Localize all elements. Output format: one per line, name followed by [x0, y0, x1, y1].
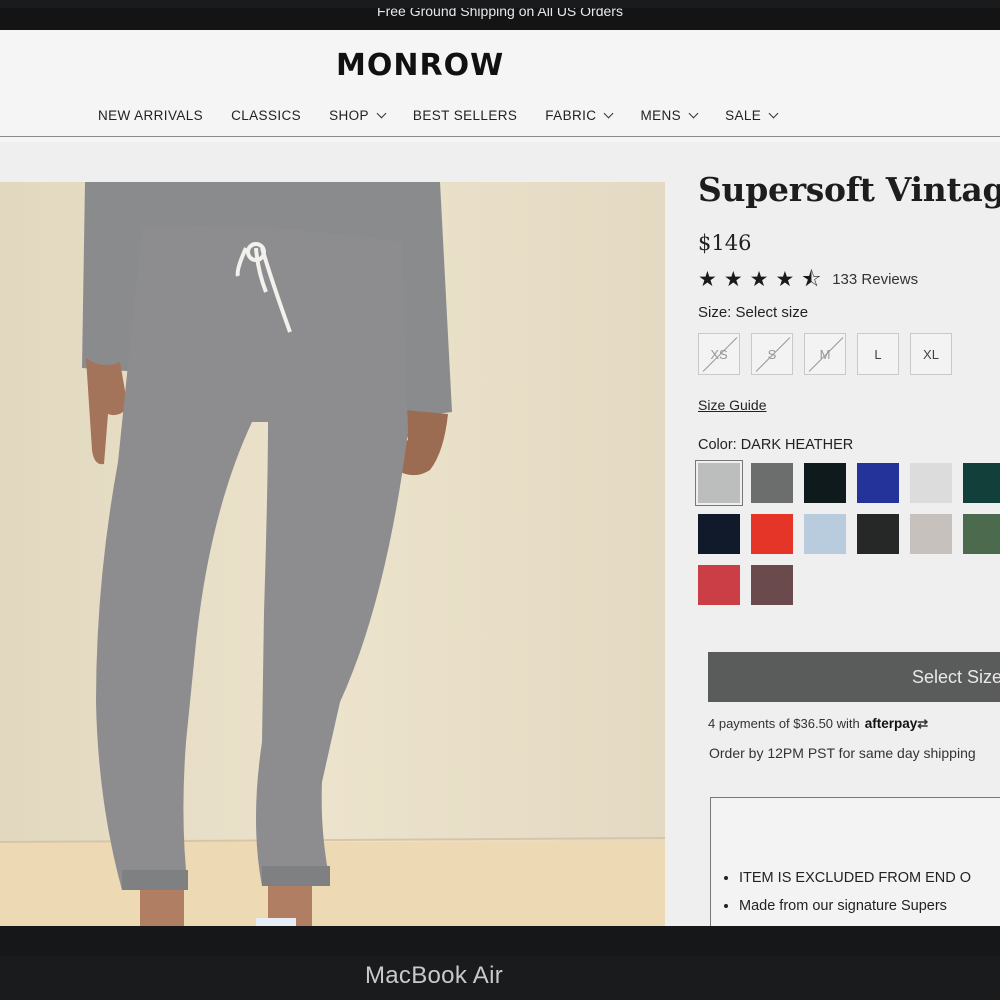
- nav-item-mens[interactable]: MENS: [640, 108, 699, 123]
- rating-row: ★ ★ ★ ★ ⯪ 133 Reviews: [698, 269, 1000, 290]
- color-swatch[interactable]: [751, 565, 793, 605]
- nav-item-shop[interactable]: SHOP: [329, 108, 387, 123]
- chevron-down-icon: [768, 108, 779, 119]
- afterpay-logo[interactable]: afterpay: [865, 716, 918, 731]
- star-icon: ★: [723, 268, 743, 291]
- nav-item-best-sellers[interactable]: BEST SELLERS: [413, 108, 517, 123]
- header-divider: [0, 136, 1000, 137]
- nav-item-label: FABRIC: [545, 108, 597, 123]
- color-selector: [695, 460, 1000, 605]
- laptop-frame: Free Ground Shipping on All US Orders MO…: [0, 0, 1000, 1000]
- chevron-down-icon: [604, 108, 614, 119]
- color-swatch[interactable]: [698, 514, 740, 554]
- afterpay-icon: ⇄: [917, 716, 929, 731]
- color-swatch[interactable]: [910, 463, 952, 503]
- product-info-box: ITEM IS EXCLUDED FROM END O Made from our…: [710, 797, 1000, 926]
- nav-item-sale[interactable]: SALE: [725, 108, 779, 123]
- nav-item-label: SHOP: [329, 108, 369, 123]
- nav-item-label: CLASSICS: [231, 108, 302, 123]
- nav-item-new-arrivals[interactable]: NEW ARRIVALS: [98, 108, 203, 123]
- color-swatch[interactable]: [804, 463, 846, 503]
- nav-item-label: BEST SELLERS: [412, 108, 518, 123]
- site-logo[interactable]: MONROW: [336, 48, 504, 83]
- reviews-link[interactable]: 133 Reviews: [832, 271, 918, 288]
- color-swatch[interactable]: [910, 514, 952, 554]
- color-swatch[interactable]: [857, 463, 899, 503]
- chevron-down-icon: [376, 108, 387, 119]
- afterpay-line: 4 payments of $36.50 with afterpay⇄: [708, 716, 928, 732]
- info-list: ITEM IS EXCLUDED FROM END O Made from our…: [739, 870, 1000, 914]
- size-selector: XS S M L XL: [698, 333, 1000, 375]
- info-bullet: Made from our signature Supers: [739, 898, 1000, 914]
- nav-item-label: MENS: [640, 108, 682, 123]
- size-option-s[interactable]: S: [751, 333, 793, 375]
- size-option-l[interactable]: L: [857, 333, 899, 375]
- promo-text: Free Ground Shipping on All US Orders: [377, 8, 623, 19]
- info-bullet: ITEM IS EXCLUDED FROM END O: [739, 870, 1000, 886]
- color-swatch[interactable]: [698, 565, 740, 605]
- select-size-button[interactable]: Select Size: [708, 652, 1000, 702]
- size-option-xl[interactable]: XL: [910, 333, 952, 375]
- star-icon: ★: [775, 268, 795, 291]
- color-swatch[interactable]: [751, 463, 793, 503]
- nav-item-label: NEW ARRIVALS: [98, 108, 204, 123]
- color-swatch[interactable]: [963, 463, 1000, 503]
- chevron-down-icon: [688, 108, 699, 119]
- color-swatch[interactable]: [804, 514, 846, 554]
- nav-item-fabric[interactable]: FABRIC: [545, 108, 614, 123]
- nav-item-classics[interactable]: CLASSICS: [231, 108, 301, 123]
- color-swatch[interactable]: [751, 514, 793, 554]
- size-guide-link[interactable]: Size Guide: [698, 397, 766, 413]
- product-details: Supersoft Vintage S $146 ★ ★ ★ ★ ⯪ 133 R…: [695, 170, 1000, 605]
- color-swatch[interactable]: [695, 460, 743, 506]
- size-option-xs[interactable]: XS: [698, 333, 740, 375]
- color-swatch[interactable]: [857, 514, 899, 554]
- nav-item-label: SALE: [725, 108, 762, 123]
- product-image[interactable]: [0, 182, 665, 926]
- product-page: Supersoft Vintage S $146 ★ ★ ★ ★ ⯪ 133 R…: [0, 142, 1000, 926]
- size-option-m[interactable]: M: [804, 333, 846, 375]
- select-size-button-label: Select Size: [912, 666, 1000, 687]
- half-star-icon: ⯪: [801, 268, 822, 291]
- main-nav: NEW ARRIVALS CLASSICS SHOP BEST SELLERS FABR…: [98, 108, 805, 123]
- product-price: $146: [698, 231, 752, 255]
- product-title: Supersoft Vintage S: [698, 170, 1000, 209]
- product-photo: [0, 182, 665, 926]
- shipping-note: Order by 12PM PST for same day shipping: [709, 745, 976, 761]
- color-label: Color: DARK HEATHER: [698, 437, 854, 453]
- star-icon: ★: [749, 268, 769, 291]
- site-header: MONROW NEW ARRIVALS CLASSICS SHOP BEST SELL…: [0, 30, 1000, 142]
- color-swatch[interactable]: [963, 514, 1000, 554]
- promo-bar: Free Ground Shipping on All US Orders: [0, 8, 1000, 30]
- screen-bezel: [0, 926, 1000, 956]
- star-icon: ★: [698, 268, 717, 291]
- device-label: MacBook Air: [364, 962, 504, 989]
- afterpay-text: 4 payments of $36.50 with: [708, 716, 860, 731]
- size-label: Size: Select size: [698, 304, 809, 321]
- browser-screen: Free Ground Shipping on All US Orders MO…: [0, 8, 1000, 926]
